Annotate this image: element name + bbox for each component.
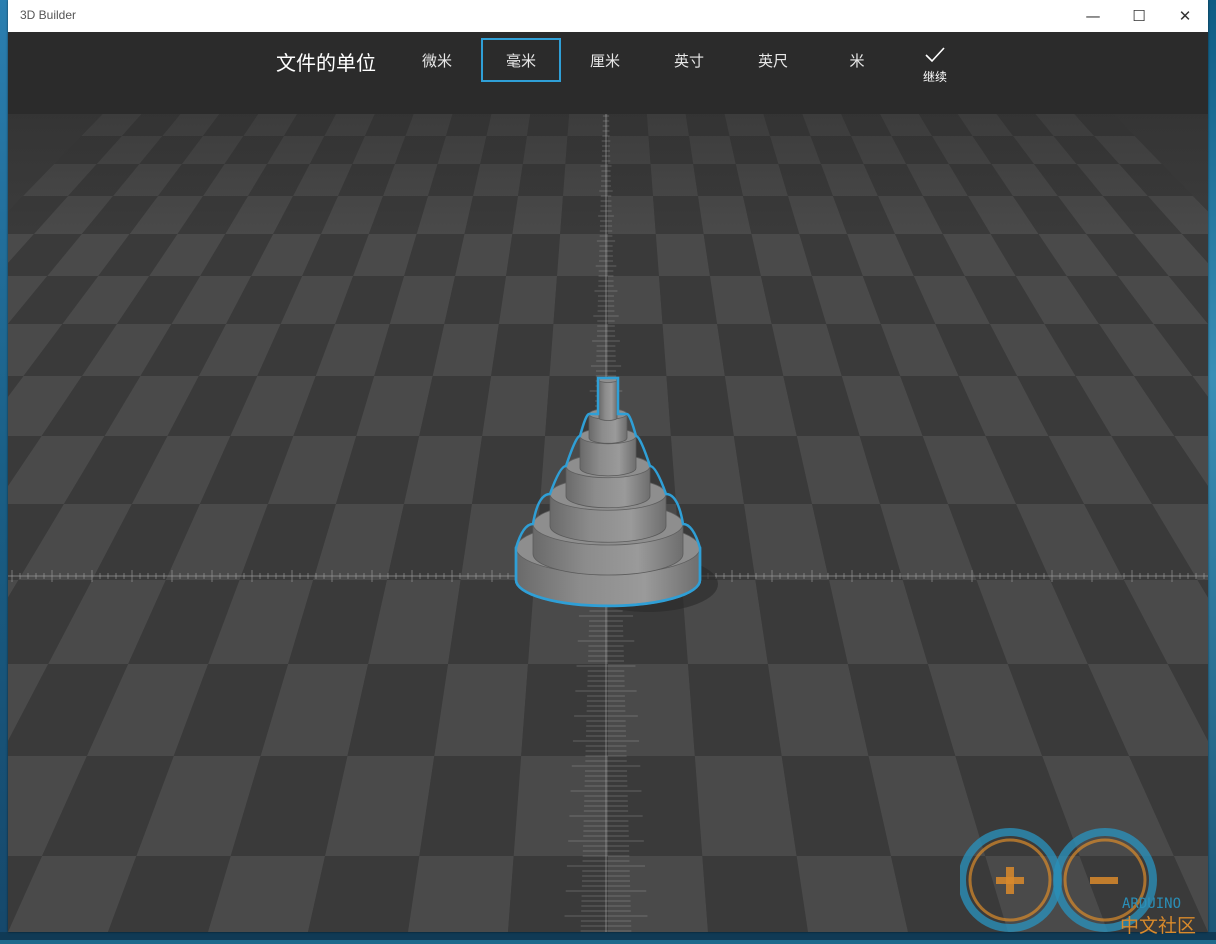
unit-inch-button[interactable]: 英寸 [649,38,729,82]
unit-centimeter-button[interactable]: 厘米 [565,38,645,82]
units-heading: 文件的单位 [276,51,376,75]
title-bar: 3D Builder — ☐ ✕ [8,0,1208,32]
scene-canvas[interactable] [8,114,1208,932]
units-toolbar: 文件的单位 微米 毫米 厘米 英寸 英尺 米 继续 [8,32,1208,114]
maximize-button[interactable]: ☐ [1116,0,1162,32]
continue-button[interactable]: 继续 [912,46,958,85]
watermark-text-bottom: 中文社区 [1120,915,1196,937]
checkmark-icon [925,47,945,63]
window-title: 3D Builder [20,8,77,22]
unit-foot-button[interactable]: 英尺 [733,38,813,82]
app-window: 3D Builder — ☐ ✕ 文件的单位 微米 毫米 厘米 英寸 英尺 米 … [8,0,1208,932]
close-button[interactable]: ✕ [1162,0,1208,32]
desktop-edge-right [1208,0,1216,940]
unit-millimeter-button[interactable]: 毫米 [481,38,561,82]
unit-micrometer-button[interactable]: 微米 [397,38,477,82]
desktop-edge-left [0,0,8,940]
continue-label: 继续 [922,70,947,84]
arduino-watermark-logo: ARDUINO 中文社区 [958,822,1210,940]
tower-tier-side [598,379,618,421]
3d-viewport[interactable] [8,114,1208,932]
watermark-text-top: ARDUINO [1122,896,1181,912]
unit-meter-button[interactable]: 米 [817,38,897,82]
minimize-button[interactable]: — [1070,0,1116,32]
